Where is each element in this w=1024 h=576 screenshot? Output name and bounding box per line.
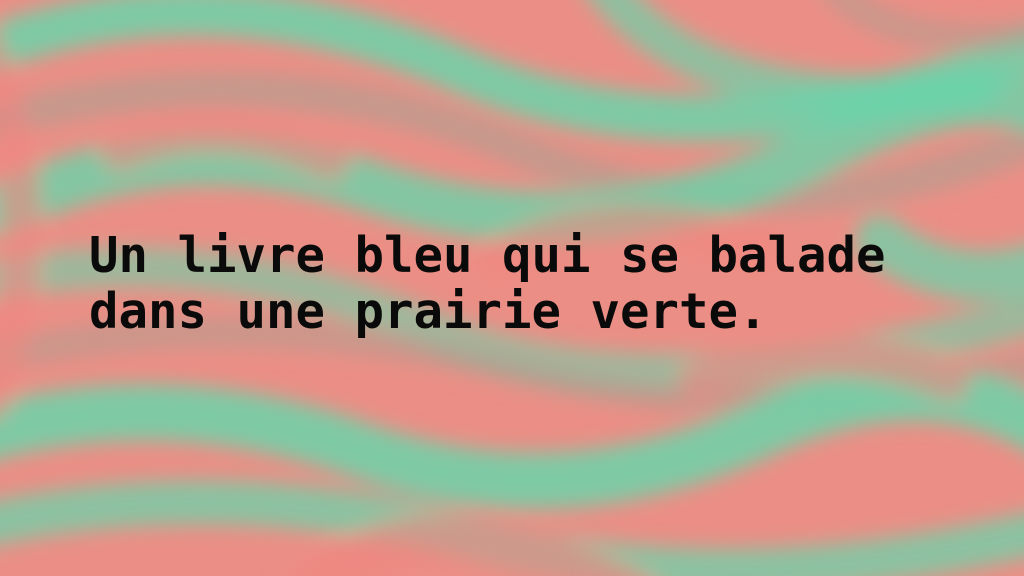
caption-line-1: Un livre bleu qui se balade — [89, 227, 886, 284]
caption-text: Un livre bleu qui se balade dans une pra… — [89, 228, 989, 340]
slide-canvas: Un livre bleu qui se balade dans une pra… — [0, 0, 1024, 576]
caption-line-2: dans une prairie verte. — [89, 283, 768, 340]
